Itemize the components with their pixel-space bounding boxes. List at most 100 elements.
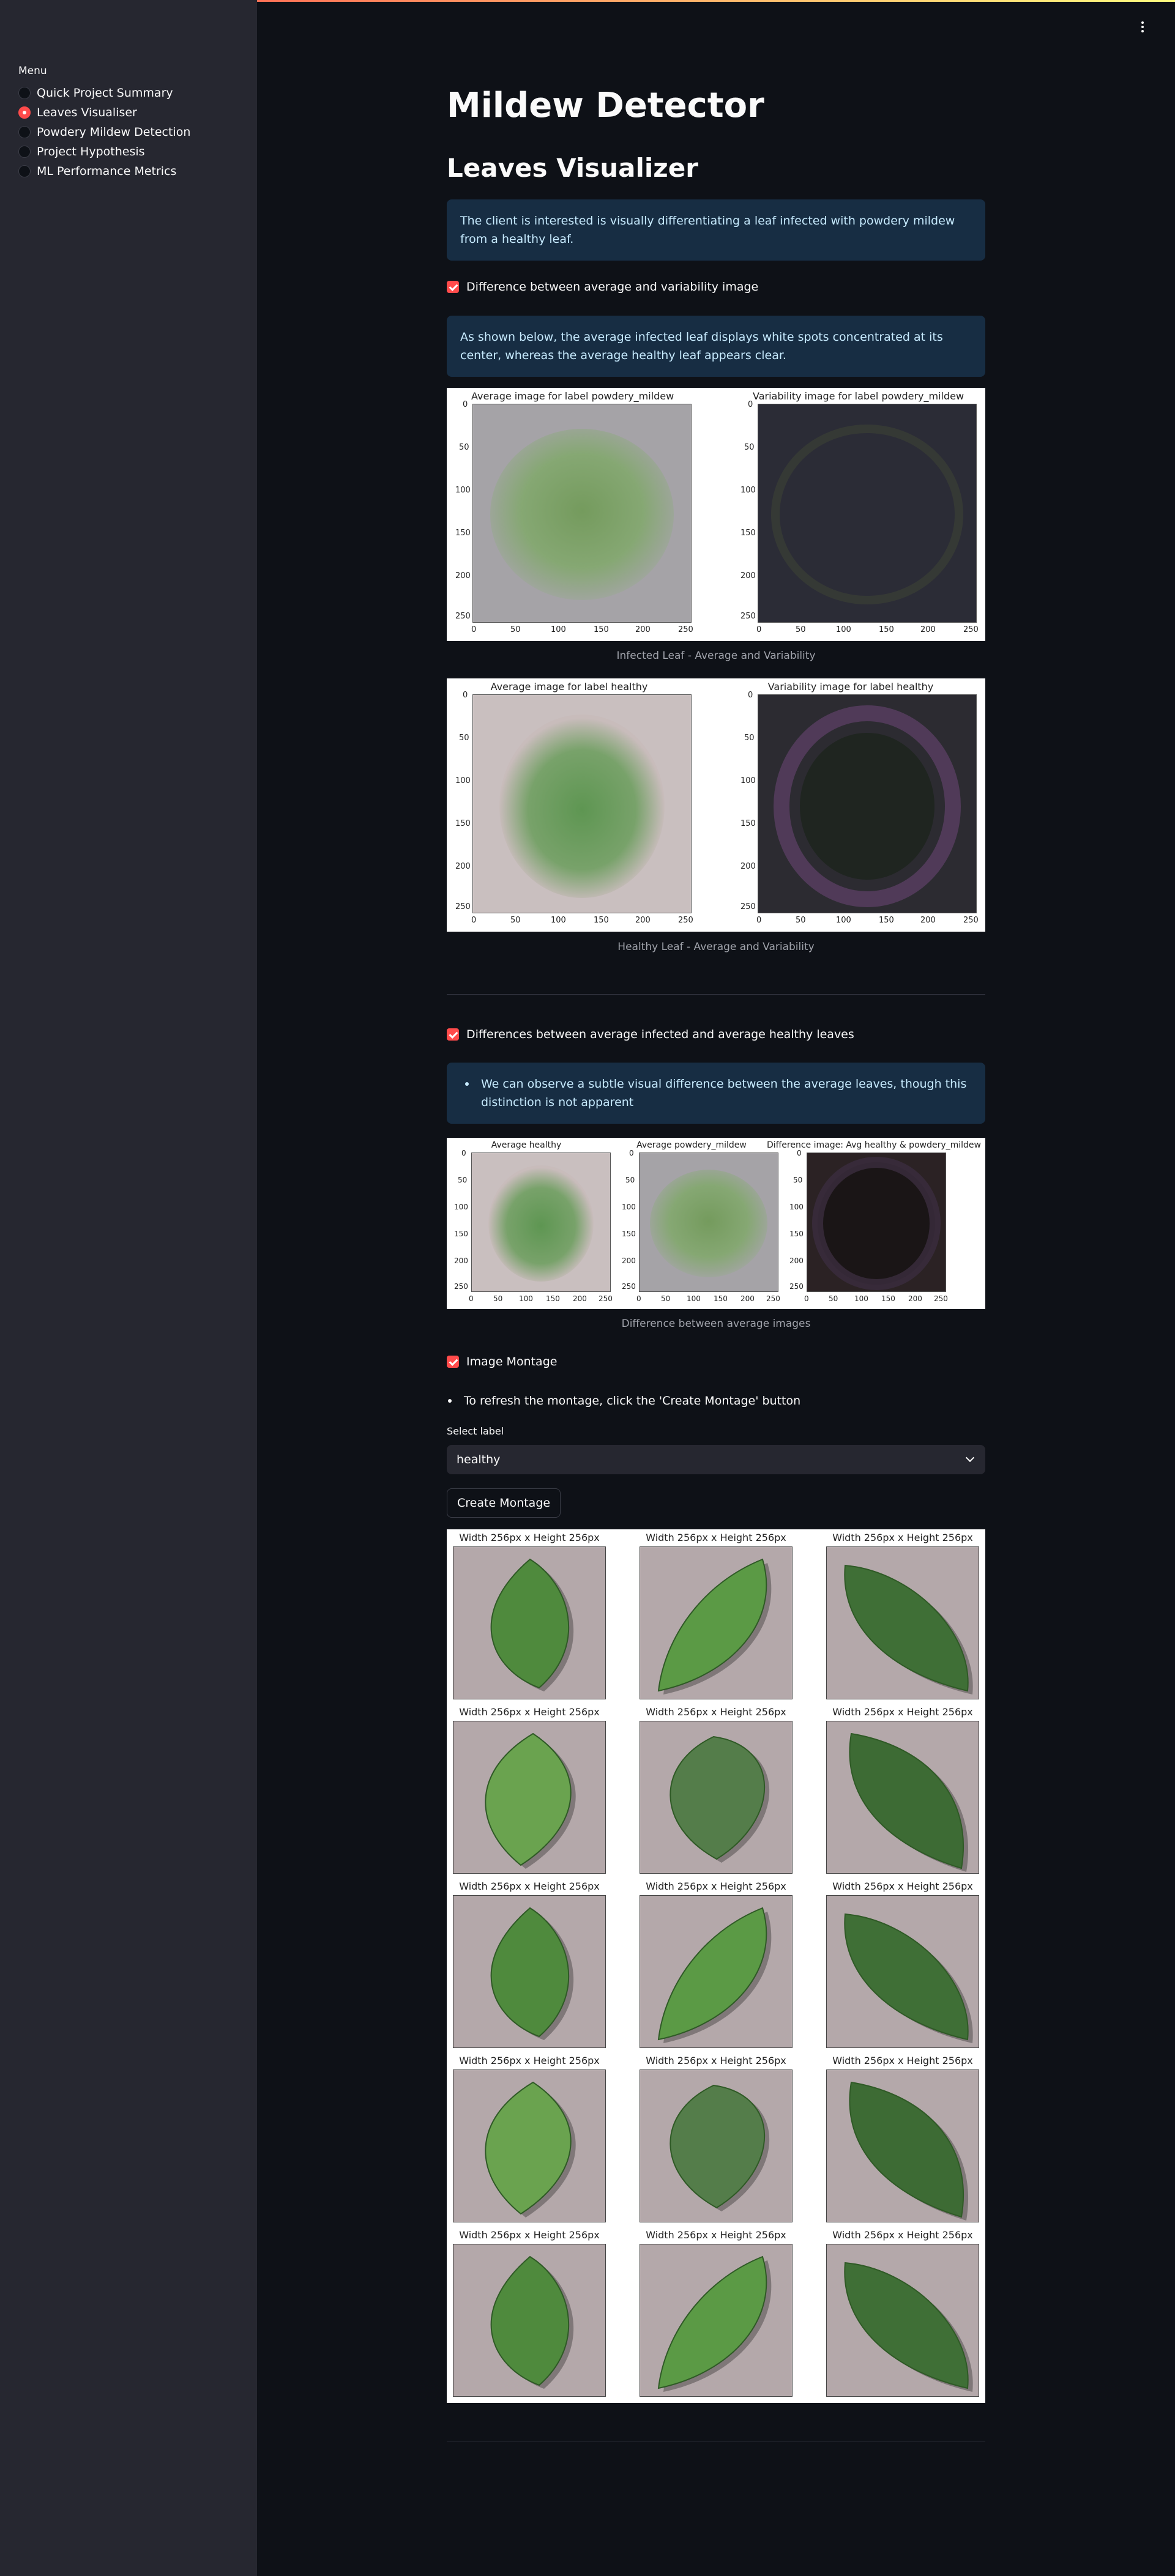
- leaf-image: [640, 1546, 793, 1699]
- figure-title: Average powdery_mildew: [636, 1140, 747, 1150]
- average-powdery-mildew-image: [639, 1153, 778, 1292]
- radio-icon[interactable]: [18, 165, 31, 177]
- x-tick-label: 200: [920, 625, 936, 634]
- leaf-image: [640, 1895, 793, 2048]
- leaf-image: [640, 2244, 793, 2397]
- x-tick-label: 100: [551, 916, 566, 925]
- menu-item-label: Leaves Visualiser: [37, 106, 137, 119]
- sidebar: Menu Quick Project Summary Leaves Visual…: [0, 0, 257, 2576]
- x-tick-label: 0: [469, 1294, 474, 1303]
- menu-item-ml-performance-metrics[interactable]: ML Performance Metrics: [18, 161, 190, 181]
- y-tick-label: 50: [459, 733, 469, 743]
- x-tick-label: 150: [879, 916, 894, 925]
- checkbox-image-montage[interactable]: Image Montage: [447, 1355, 557, 1368]
- section-divider: [447, 994, 985, 995]
- x-tick-label: 50: [510, 916, 521, 925]
- menu-item-leaves-visualiser[interactable]: Leaves Visualiser: [18, 103, 190, 122]
- x-tick-label: 250: [599, 1294, 613, 1303]
- figure-caption: Infected Leaf - Average and Variability: [616, 650, 816, 662]
- menu-item-project-hypothesis[interactable]: Project Hypothesis: [18, 142, 190, 161]
- x-tick-label: 0: [804, 1294, 809, 1303]
- radio-selected-icon[interactable]: [18, 106, 31, 119]
- x-tick-label: 150: [879, 625, 894, 634]
- y-tick-label: 150: [740, 819, 756, 828]
- montage-cell-title: Width 256px x Height 256px: [646, 1880, 786, 1892]
- y-tick-label: 200: [454, 1256, 468, 1265]
- radio-icon[interactable]: [18, 126, 31, 138]
- bullet-dot: [448, 1399, 452, 1403]
- y-tick-label: 250: [454, 1282, 468, 1291]
- montage-cell-title: Width 256px x Height 256px: [459, 1532, 600, 1543]
- leaf-image: [453, 1721, 606, 1874]
- checkbox-avg-diff[interactable]: Differences between average infected and…: [447, 1028, 854, 1041]
- radio-icon[interactable]: [18, 146, 31, 158]
- x-tick-label: 250: [678, 625, 693, 634]
- x-tick-label: 100: [519, 1294, 533, 1303]
- figure-title: Average image for label powdery_mildew: [471, 390, 674, 402]
- y-tick-label: 50: [744, 443, 755, 452]
- montage-refresh-hint: To refresh the montage, click the 'Creat…: [447, 1392, 800, 1410]
- y-tick-label: 200: [740, 862, 756, 871]
- y-tick-label: 250: [789, 1282, 804, 1291]
- checkbox-avg-variability[interactable]: Difference between average and variabili…: [447, 280, 758, 294]
- variability-image-powdery-mildew: [758, 404, 977, 623]
- select-label: Select label: [447, 1425, 504, 1437]
- x-tick-label: 200: [635, 625, 651, 634]
- menu-item-powdery-mildew-detection[interactable]: Powdery Mildew Detection: [18, 122, 190, 142]
- x-tick-label: 200: [920, 916, 936, 925]
- checkbox-checked-icon[interactable]: [447, 1028, 459, 1041]
- main-menu-kebab-icon[interactable]: [1140, 20, 1146, 37]
- x-tick-label: 50: [510, 625, 521, 634]
- checkbox-checked-icon[interactable]: [447, 1356, 459, 1368]
- label-select[interactable]: healthy: [447, 1445, 985, 1474]
- create-montage-button[interactable]: Create Montage: [447, 1488, 561, 1518]
- x-tick-label: 50: [796, 625, 806, 634]
- x-tick-label: 100: [836, 916, 851, 925]
- montage-cell-title: Width 256px x Height 256px: [646, 2229, 786, 2241]
- y-tick-label: 0: [748, 400, 753, 409]
- montage-cell-title: Width 256px x Height 256px: [646, 1706, 786, 1718]
- x-tick-label: 200: [635, 916, 651, 925]
- y-tick-label: 0: [748, 691, 753, 700]
- y-tick-label: 0: [461, 1149, 466, 1157]
- x-tick-label: 250: [934, 1294, 948, 1303]
- x-tick-label: 50: [493, 1294, 503, 1303]
- y-tick-label: 250: [455, 612, 471, 621]
- figure-title: Average healthy: [491, 1140, 562, 1150]
- checkbox-checked-icon[interactable]: [447, 281, 459, 293]
- x-tick-label: 100: [836, 625, 851, 634]
- figure-infected-avg-variability: Average image for label powdery_mildew V…: [447, 388, 985, 641]
- page-subtitle: Leaves Visualizer: [447, 153, 698, 183]
- x-tick-label: 200: [573, 1294, 587, 1303]
- y-tick-label: 250: [622, 1282, 636, 1291]
- info-bullet-text: We can observe a subtle visual differenc…: [481, 1077, 967, 1109]
- y-tick-label: 100: [622, 1203, 636, 1211]
- page-title: Mildew Detector: [447, 86, 764, 125]
- figure-average-difference: Average healthy Average powdery_mildew D…: [447, 1138, 985, 1309]
- y-tick-label: 150: [454, 1230, 468, 1238]
- x-tick-label: 150: [594, 625, 609, 634]
- leaf-image: [453, 2244, 606, 2397]
- y-tick-label: 250: [740, 902, 756, 911]
- x-tick-label: 200: [908, 1294, 922, 1303]
- montage-cell-title: Width 256px x Height 256px: [646, 2055, 786, 2066]
- hint-text: To refresh the montage, click the 'Creat…: [464, 1394, 801, 1408]
- x-tick-label: 0: [471, 625, 477, 634]
- y-tick-label: 50: [793, 1176, 803, 1184]
- figure-healthy-avg-variability: Average image for label healthy Variabil…: [447, 678, 985, 932]
- intro-info-box: The client is interested is visually dif…: [447, 199, 985, 261]
- y-tick-label: 100: [740, 776, 756, 785]
- menu-item-quick-project-summary[interactable]: Quick Project Summary: [18, 83, 190, 103]
- leaf-image: [826, 1721, 979, 1874]
- menu-item-label: ML Performance Metrics: [37, 165, 177, 178]
- y-tick-label: 100: [740, 486, 756, 495]
- radio-icon[interactable]: [18, 87, 31, 99]
- y-tick-label: 0: [797, 1149, 802, 1157]
- avg-diff-info-box: We can observe a subtle visual differenc…: [447, 1063, 985, 1124]
- average-image-powdery-mildew: [472, 404, 692, 623]
- y-tick-label: 100: [789, 1203, 804, 1211]
- y-tick-label: 150: [622, 1230, 636, 1238]
- x-tick-label: 50: [829, 1294, 838, 1303]
- y-tick-label: 0: [463, 691, 468, 700]
- chevron-down-icon[interactable]: [965, 1453, 975, 1463]
